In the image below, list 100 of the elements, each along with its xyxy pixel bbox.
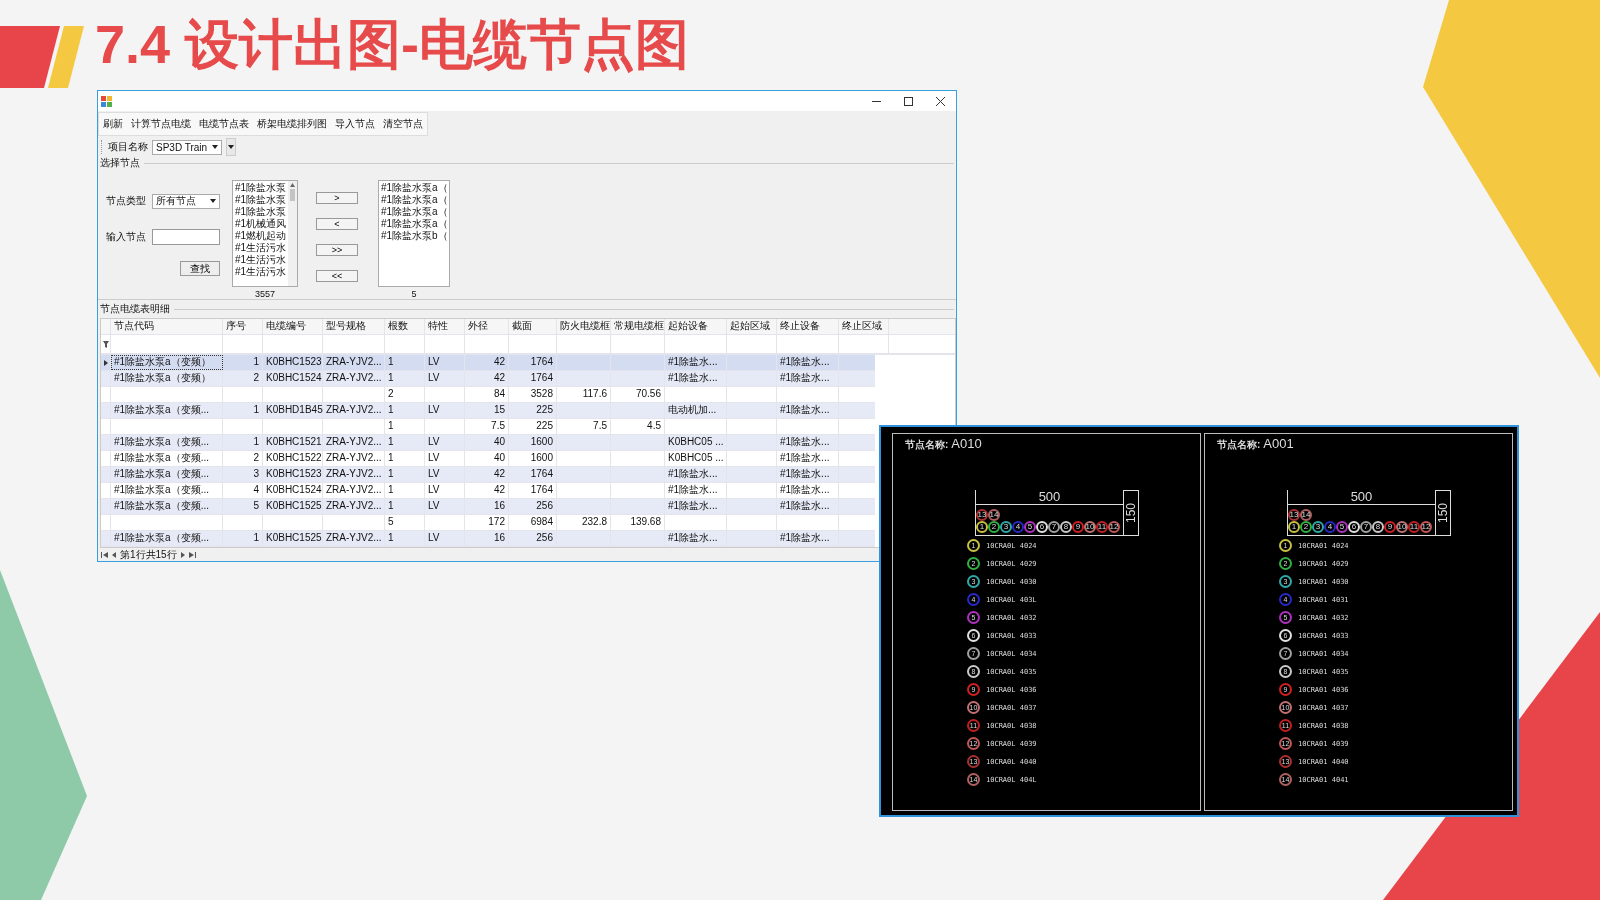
table-cell: K0BHC1521 bbox=[263, 435, 323, 450]
next-page-icon[interactable] bbox=[180, 551, 185, 558]
column-header[interactable]: 外径 bbox=[465, 319, 509, 334]
column-header[interactable]: 型号规格 bbox=[323, 319, 385, 334]
list-item[interactable]: #1除盐水泵 bbox=[235, 206, 287, 218]
item-count: 3557 bbox=[255, 289, 275, 299]
search-button[interactable]: 查找 bbox=[180, 260, 220, 276]
table-cell: 15 bbox=[465, 403, 509, 418]
menu-item[interactable]: 导入节点 bbox=[331, 113, 379, 135]
scrollbar-thumb[interactable] bbox=[290, 189, 296, 201]
table-row[interactable]: 1 7.5 225 7.5 4.5 bbox=[101, 419, 875, 435]
node-list[interactable]: #1除盐水泵 #1除盐水泵 #1除盐水泵 #1机械通风 #1燃机起动 #1生活污水 #1生活污水 #1生活污水 bbox=[232, 180, 298, 287]
table-cell: #1除盐水... bbox=[777, 483, 839, 498]
first-page-icon[interactable] bbox=[101, 551, 108, 558]
menu-item[interactable]: 刷新 bbox=[99, 113, 127, 135]
list-item[interactable]: #1燃机起动 bbox=[235, 230, 287, 242]
table-cell: K0BHC05 ... bbox=[665, 435, 727, 450]
selected-node-list[interactable]: #1除盐水泵a（ #1除盐水泵a（ #1除盐水泵a（ #1除盐水泵a（ #1除盐水泵b（ bbox=[378, 180, 450, 287]
move-button[interactable]: > bbox=[316, 192, 358, 204]
table-cell: 172 bbox=[465, 515, 509, 530]
column-header[interactable]: 起始设备 bbox=[665, 319, 727, 334]
table-cell: #1除盐水泵a（变频... bbox=[111, 451, 223, 466]
column-header[interactable]: 终止设备 bbox=[777, 319, 839, 334]
move-button[interactable]: << bbox=[316, 270, 358, 282]
column-header[interactable]: 特性 bbox=[425, 319, 465, 334]
column-header[interactable]: 序号 bbox=[223, 319, 263, 334]
field-label: 输入节点 bbox=[106, 230, 146, 244]
list-item[interactable]: #1除盐水泵 bbox=[235, 182, 287, 194]
table-cell: 3528 bbox=[509, 387, 557, 402]
menu-item[interactable]: 计算节点电缆 bbox=[127, 113, 195, 135]
table-cell: 225 bbox=[509, 403, 557, 418]
column-header[interactable]: 终止区域 bbox=[839, 319, 889, 334]
column-header[interactable]: 电缆编号 bbox=[263, 319, 323, 334]
table-row[interactable]: #1除盐水泵a（变频） 1 K0BHC1523 ZRA-YJV2... 1 LV 42 1764 #1除盐水... #1除盐水... bbox=[101, 355, 875, 371]
cable-marker: 10 bbox=[1396, 521, 1408, 533]
table-row[interactable]: #1除盐水泵a（变频... 2 K0BHC1522 ZRA-YJV2... 1 LV 40 1600 K0BHC05 ... #1除盐水... bbox=[101, 451, 875, 467]
table-row[interactable]: #1除盐水泵a（变频... 4 K0BHC1524 ZRA-YJV2... 1 LV 42 1764 #1除盐水... #1除盐水... bbox=[101, 483, 875, 499]
list-item[interactable]: #1除盐水泵 bbox=[235, 194, 287, 206]
column-header[interactable]: 节点代码 bbox=[111, 319, 223, 334]
cable-marker: 12 bbox=[1420, 521, 1432, 533]
list-item[interactable]: #1除盐水泵a（ bbox=[381, 182, 448, 194]
table-cell: ZRA-YJV2... bbox=[323, 467, 385, 482]
table-cell: 2 bbox=[223, 371, 263, 386]
last-page-icon[interactable] bbox=[188, 551, 196, 558]
table-cell: #1除盐水... bbox=[777, 467, 839, 482]
scrollbar[interactable] bbox=[288, 181, 297, 286]
filter-icon[interactable] bbox=[102, 340, 109, 348]
column-header[interactable]: 防火电缆框 bbox=[557, 319, 611, 334]
menu-item[interactable]: 清空节点 bbox=[379, 113, 427, 135]
table-cell: #1除盐水泵a（变频） bbox=[111, 355, 223, 370]
table-cell: #1除盐水泵a（变频... bbox=[111, 483, 223, 498]
project-dropdown[interactable]: SP3D Train bbox=[152, 139, 222, 155]
menu-item[interactable]: 桥架电缆排列图 bbox=[253, 113, 331, 135]
list-item[interactable]: #1生活污水 bbox=[235, 242, 287, 254]
cable-marker: 2 bbox=[1300, 521, 1312, 533]
caret-icon bbox=[212, 145, 218, 149]
dimension-label: 150 bbox=[1124, 503, 1138, 523]
table-row[interactable]: #1除盐水泵a（变频... 1 K0BHC1525 ZRA-YJV2... 1 LV 16 256 #1除盐水... #1除盐水... bbox=[101, 531, 875, 547]
node-type-dropdown[interactable]: 所有节点 bbox=[152, 193, 220, 209]
list-item[interactable]: #1除盐水泵b（ bbox=[381, 230, 448, 242]
table-cell: 42 bbox=[465, 467, 509, 482]
table-cell: LV bbox=[425, 403, 465, 418]
table-cell: 1 bbox=[223, 435, 263, 450]
page-status: 第1行共15行 bbox=[120, 547, 177, 562]
table-cell: 7.5 bbox=[557, 419, 611, 434]
table-row[interactable]: 5 172 6984 232.8 139.68 bbox=[101, 515, 875, 531]
list-item[interactable]: #1除盐水泵a（ bbox=[381, 206, 448, 218]
move-button[interactable]: < bbox=[316, 218, 358, 230]
table-cell: K0BHC1525 bbox=[263, 499, 323, 514]
column-header[interactable]: 起始区域 bbox=[727, 319, 777, 334]
dimension-label: 500 bbox=[1038, 490, 1061, 504]
list-item[interactable]: #1生活污水 bbox=[235, 254, 287, 266]
list-item[interactable]: #1机械通风 bbox=[235, 218, 287, 230]
column-header[interactable]: 根数 bbox=[385, 319, 425, 334]
table-row[interactable]: #1除盐水泵a（变频） 2 K0BHC1524 ZRA-YJV2... 1 LV 42 1764 #1除盐水... #1除盐水... bbox=[101, 371, 875, 387]
table-row[interactable]: 2 84 3528 117.6 70.56 bbox=[101, 387, 875, 403]
table-cell: 16 bbox=[465, 531, 509, 546]
list-item[interactable]: #1除盐水泵a（ bbox=[381, 194, 448, 206]
table-cell: ZRA-YJV2... bbox=[323, 371, 385, 386]
cable-marker: 6 bbox=[1348, 521, 1360, 533]
previous-page-icon[interactable] bbox=[112, 551, 116, 558]
table-row[interactable]: #1除盐水泵a（变频... 1 K0BHC1521 ZRA-YJV2... 1 LV 40 1600 K0BHC05 ... #1除盐水... bbox=[101, 435, 875, 451]
column-header[interactable]: 截面 bbox=[509, 319, 557, 334]
table-cell: 42 bbox=[465, 483, 509, 498]
table-row[interactable]: #1除盐水泵a（变频... 3 K0BHC1523 ZRA-YJV2... 1 LV 42 1764 #1除盐水... #1除盐水... bbox=[101, 467, 875, 483]
cable-marker: 7 bbox=[1048, 521, 1060, 533]
node-input-field[interactable] bbox=[152, 229, 220, 245]
list-item[interactable]: #1生活污水 bbox=[235, 266, 287, 278]
menu-item[interactable]: 电缆节点表 bbox=[195, 113, 253, 135]
table-cell: K0BHC1523 bbox=[263, 467, 323, 482]
move-button[interactable]: >> bbox=[316, 244, 358, 256]
cable-marker: 7 bbox=[1360, 521, 1372, 533]
table-row[interactable]: #1除盐水泵a（变频... 5 K0BHC1525 ZRA-YJV2... 1 LV 16 256 #1除盐水... #1除盐水... bbox=[101, 499, 875, 515]
table-cell: #1除盐水... bbox=[777, 371, 839, 386]
table-row[interactable]: #1除盐水泵a（变频... 1 K0BHD1B45 ZRA-YJV2... 1 LV 15 225 电动机加... #1除盐水... bbox=[101, 403, 875, 419]
list-item[interactable]: #1除盐水泵a（ bbox=[381, 218, 448, 230]
column-header[interactable]: 常规电缆框 bbox=[611, 319, 665, 334]
cable-marker: 9 bbox=[1384, 521, 1396, 533]
toolbar-overflow-button[interactable] bbox=[226, 138, 236, 156]
scroll-up-icon[interactable] bbox=[290, 183, 296, 187]
